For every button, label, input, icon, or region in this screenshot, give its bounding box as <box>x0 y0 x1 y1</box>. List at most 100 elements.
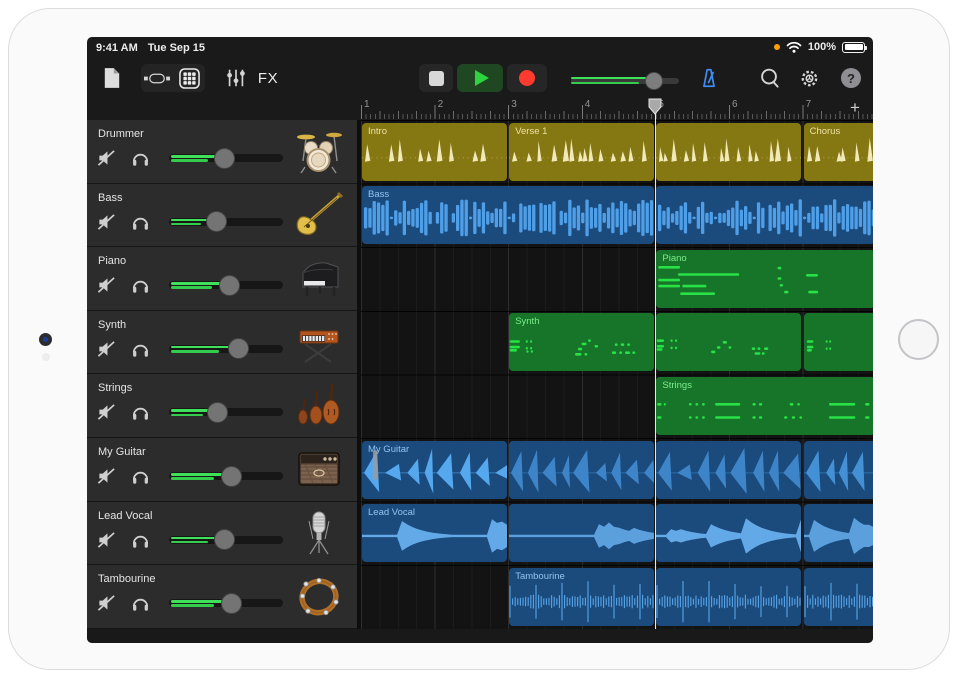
mute-icon[interactable] <box>97 403 116 421</box>
home-button[interactable] <box>898 319 939 360</box>
playhead-handle[interactable] <box>648 98 662 115</box>
string-section-icon <box>293 379 345 431</box>
region[interactable] <box>656 313 801 371</box>
instrument-icon[interactable] <box>293 570 345 622</box>
timeline-ruler[interactable]: 1234567 + <box>87 98 873 120</box>
region-strings[interactable]: Strings <box>656 377 873 435</box>
stop-button[interactable] <box>419 64 453 92</box>
track-header-tambourine[interactable]: Tambourine <box>87 565 357 629</box>
loop-browser-button[interactable] <box>755 64 783 92</box>
play-icon <box>475 70 489 86</box>
track-volume-knob[interactable] <box>207 402 228 423</box>
headphones-icon[interactable] <box>131 149 150 167</box>
track-header-piano[interactable]: Piano <box>87 247 357 311</box>
track-volume-slider[interactable] <box>167 529 285 551</box>
track-header-my-guitar[interactable]: My Guitar <box>87 438 357 502</box>
headphones-icon[interactable] <box>131 213 150 231</box>
timeline[interactable]: IntroVerse 1 Chorus BassPianoSynth Strings M… <box>361 120 873 629</box>
region[interactable] <box>804 313 873 371</box>
track-volume-knob[interactable] <box>228 338 249 359</box>
region[interactable] <box>804 568 873 626</box>
track-volume-slider[interactable] <box>167 211 285 233</box>
region[interactable] <box>804 504 873 562</box>
region[interactable] <box>656 123 801 181</box>
mute-icon[interactable] <box>97 276 116 294</box>
region-label: Strings <box>662 380 692 391</box>
headphones-icon[interactable] <box>131 594 150 612</box>
region-label: Chorus <box>810 126 841 137</box>
track-volume-slider[interactable] <box>167 592 285 614</box>
region-synth[interactable]: Synth <box>509 313 654 371</box>
track-volume-slider[interactable] <box>167 274 285 296</box>
track-volume-knob[interactable] <box>221 593 242 614</box>
track-header-bass[interactable]: Bass <box>87 184 357 248</box>
tracks-view-button[interactable] <box>141 64 173 92</box>
headphones-icon[interactable] <box>131 403 150 421</box>
track-header-strings[interactable]: Strings <box>87 374 357 438</box>
region[interactable] <box>804 441 873 499</box>
instrument-icon[interactable] <box>293 379 345 431</box>
status-time: 9:41 AM <box>96 42 138 54</box>
help-button[interactable]: ? <box>837 64 865 92</box>
add-bars-button[interactable]: + <box>845 98 865 118</box>
region[interactable] <box>656 504 801 562</box>
region-bass[interactable]: Bass <box>362 186 654 244</box>
track-header-lead-vocal[interactable]: Lead Vocal <box>87 502 357 566</box>
track-volume-knob[interactable] <box>219 275 240 296</box>
region[interactable] <box>509 441 654 499</box>
instrument-icon[interactable] <box>293 316 345 368</box>
mute-icon[interactable] <box>97 213 116 231</box>
track-controls-button[interactable] <box>223 64 249 92</box>
track-volume-slider[interactable] <box>167 338 285 360</box>
master-volume-knob[interactable] <box>645 72 663 90</box>
region-waveform <box>656 186 873 244</box>
region-lead-vocal[interactable]: Lead Vocal <box>362 504 507 562</box>
region[interactable] <box>509 504 654 562</box>
battery-icon <box>842 42 865 53</box>
mute-icon[interactable] <box>97 594 116 612</box>
region-tambourine[interactable]: Tambourine <box>509 568 654 626</box>
metronome-button[interactable] <box>695 64 723 92</box>
region-verse-1[interactable]: Verse 1 <box>509 123 654 181</box>
instrument-icon[interactable] <box>293 252 345 304</box>
headphones-icon[interactable] <box>131 467 150 485</box>
track-volume-slider[interactable] <box>167 401 285 423</box>
track-volume-slider[interactable] <box>167 465 285 487</box>
headphones-icon[interactable] <box>131 276 150 294</box>
region[interactable] <box>656 186 873 244</box>
play-button[interactable] <box>457 64 503 92</box>
region-my-guitar[interactable]: My Guitar <box>362 441 507 499</box>
instrument-icon[interactable] <box>293 125 345 177</box>
mute-icon[interactable] <box>97 340 116 358</box>
mute-icon[interactable] <box>97 531 116 549</box>
track-resize-handle[interactable] <box>373 450 377 480</box>
track-volume-knob[interactable] <box>214 148 235 169</box>
region[interactable] <box>656 568 801 626</box>
track-header-synth[interactable]: Synth <box>87 311 357 375</box>
track-volume-knob[interactable] <box>206 211 227 232</box>
mute-icon[interactable] <box>97 149 116 167</box>
master-volume-slider[interactable] <box>571 74 679 88</box>
mute-icon[interactable] <box>97 467 116 485</box>
region-chorus[interactable]: Chorus <box>804 123 873 181</box>
front-camera-icon <box>39 333 52 346</box>
track-volume-slider[interactable] <box>167 147 285 169</box>
region-intro[interactable]: Intro <box>362 123 507 181</box>
instrument-icon[interactable] <box>293 189 345 241</box>
my-songs-button[interactable] <box>99 64 125 92</box>
live-loops-grid-button[interactable] <box>173 64 205 92</box>
region-piano[interactable]: Piano <box>656 250 873 308</box>
track-header-drummer[interactable]: Drummer <box>87 120 357 184</box>
location-dot-icon <box>774 44 780 50</box>
headphones-icon[interactable] <box>131 340 150 358</box>
instrument-icon[interactable] <box>293 443 345 495</box>
instrument-icon[interactable] <box>293 507 345 559</box>
playhead-line[interactable] <box>655 113 657 629</box>
record-button[interactable] <box>507 64 547 92</box>
track-volume-knob[interactable] <box>214 529 235 550</box>
region[interactable] <box>656 441 801 499</box>
track-volume-knob[interactable] <box>221 466 242 487</box>
settings-button[interactable] <box>795 64 823 92</box>
headphones-icon[interactable] <box>131 531 150 549</box>
fx-button[interactable]: FX <box>251 64 285 92</box>
